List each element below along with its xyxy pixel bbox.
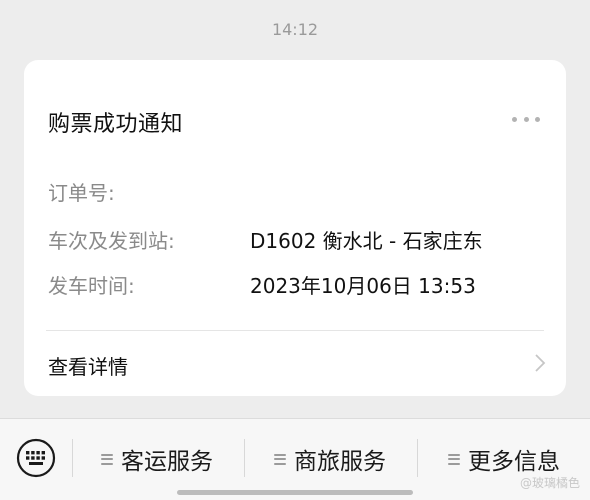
- menu-separator: [72, 439, 73, 477]
- business-travel-menu[interactable]: 商旅服务: [274, 441, 386, 477]
- keyboard-icon[interactable]: [16, 438, 56, 478]
- field-label: 车次及发到站:: [48, 229, 175, 253]
- menu-label: 更多信息: [468, 449, 560, 475]
- field-value: D1602 衡水北 - 石家庄东: [250, 229, 483, 253]
- home-indicator[interactable]: [177, 490, 413, 495]
- watermark: @玻璃橘色: [519, 476, 580, 490]
- bottom-menu-bar: 客运服务 商旅服务 更多信息: [0, 418, 590, 500]
- list-icon: [101, 453, 113, 465]
- more-options-icon[interactable]: [512, 116, 540, 122]
- list-icon: [448, 453, 460, 465]
- field-label: 订单号:: [48, 181, 115, 205]
- message-timestamp: 14:12: [271, 20, 319, 39]
- list-icon: [274, 453, 286, 465]
- field-label: 发车时间:: [48, 274, 135, 298]
- menu-separator: [417, 439, 418, 477]
- card-title: 购票成功通知: [48, 112, 184, 137]
- menu-label: 商旅服务: [294, 449, 386, 475]
- passenger-service-menu[interactable]: 客运服务: [101, 441, 213, 477]
- more-info-menu[interactable]: 更多信息: [448, 441, 560, 477]
- view-details-link[interactable]: 查看详情: [24, 331, 566, 396]
- notification-card: 购票成功通知 订单号: 车次及发到站: D1602 衡水北 - 石家庄东 发车时…: [24, 60, 566, 396]
- field-value: 2023年10月06日 13:53: [250, 274, 476, 298]
- chevron-right-icon: [535, 354, 546, 372]
- menu-label: 客运服务: [121, 449, 213, 475]
- view-details-label: 查看详情: [48, 355, 128, 379]
- menu-separator: [244, 439, 245, 477]
